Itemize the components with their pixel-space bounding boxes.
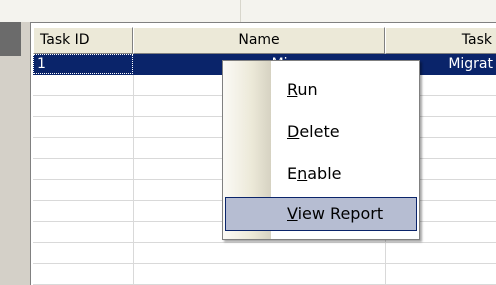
splitter[interactable] — [21, 22, 30, 285]
menu-item-view-report[interactable]: View Report — [225, 197, 417, 231]
column-header-label: Task ID — [40, 32, 90, 48]
column-header-name[interactable]: Name — [133, 27, 385, 54]
toolbar-separator — [240, 0, 241, 22]
menu-item-label: Delete — [287, 122, 340, 141]
left-panel-background — [0, 56, 21, 285]
access-key: V — [287, 204, 298, 223]
menu-item-label: Run — [287, 80, 318, 99]
access-key: R — [287, 80, 298, 99]
context-menu: Run Delete Enable View Report — [222, 60, 420, 240]
access-key: n — [297, 164, 308, 183]
top-toolbar-strip — [0, 0, 496, 22]
column-header-task[interactable]: Task — [385, 27, 496, 54]
menu-item-label: Enable — [287, 164, 342, 183]
menu-item-run[interactable]: Run — [225, 73, 417, 107]
task-manager-window: Task ID Name Task 1 Mig Migrat Run — [0, 0, 496, 285]
column-header-label: Task — [461, 32, 492, 48]
access-key: D — [287, 122, 300, 141]
left-panel-edge — [0, 22, 21, 56]
table-row[interactable] — [33, 264, 496, 285]
menu-item-label: View Report — [287, 204, 384, 223]
menu-item-enable[interactable]: Enable — [225, 157, 417, 191]
menu-item-delete[interactable]: Delete — [225, 115, 417, 149]
table-row[interactable] — [33, 243, 496, 264]
cell-task-id: 1 — [37, 56, 46, 72]
column-header-task-id[interactable]: Task ID — [33, 27, 133, 54]
column-header-label: Name — [238, 32, 280, 48]
